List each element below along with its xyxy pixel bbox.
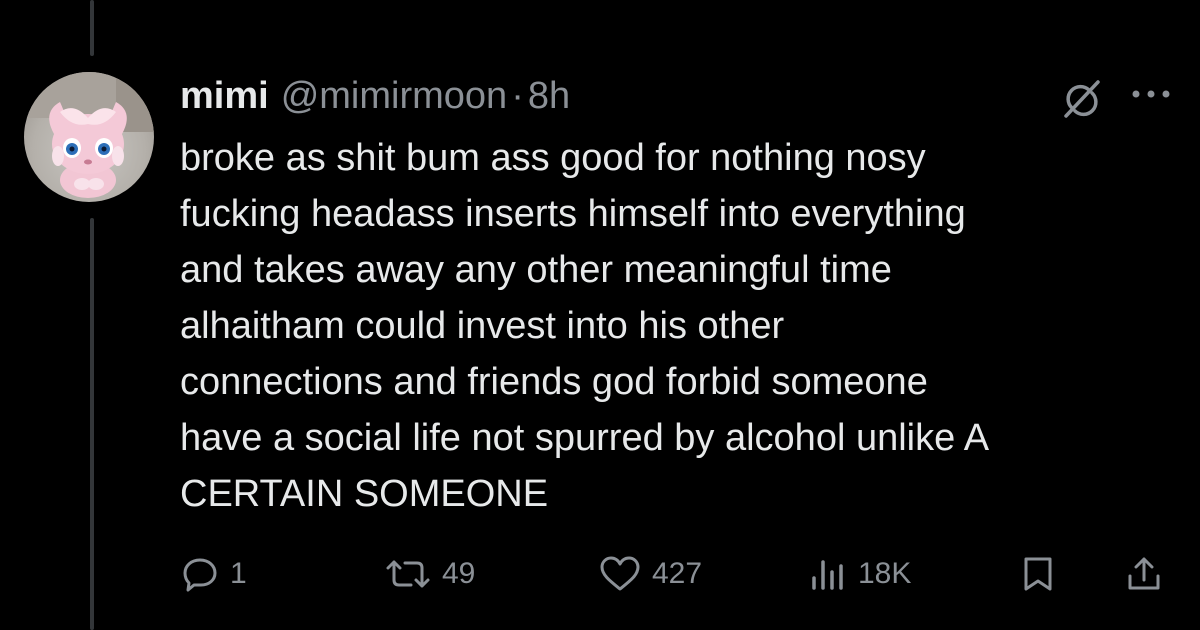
reply-button[interactable]: 1 <box>180 548 247 600</box>
header-separator: · <box>511 75 524 117</box>
like-button[interactable]: 427 <box>598 548 702 600</box>
more-icon[interactable] <box>1128 84 1174 104</box>
views-count: 18K <box>858 557 912 590</box>
like-count: 427 <box>652 557 703 590</box>
tweet-text: broke as shit bum ass good for nothing n… <box>180 130 1170 522</box>
user-handle[interactable]: @mimirmoon <box>281 72 507 120</box>
views-button[interactable]: 18K <box>808 548 911 600</box>
share-icon <box>1128 557 1160 590</box>
tweet-text-line: connections and friends god forbid someo… <box>180 361 928 403</box>
reply-icon <box>183 558 217 592</box>
tweet-text-line: have a social life not spurred by alcoho… <box>180 417 990 459</box>
espurr-avatar-icon <box>24 72 154 198</box>
action-bar: 1 49 427 18K <box>0 548 1200 600</box>
heart-icon <box>600 556 640 591</box>
timestamp[interactable]: 8h <box>528 72 570 120</box>
repost-button[interactable]: 49 <box>384 548 475 600</box>
tweet-text-line: and takes away any other meaningful time <box>180 249 892 291</box>
views-icon <box>812 560 843 590</box>
bookmark-button[interactable] <box>1020 548 1056 600</box>
tweet-text-line: broke as shit bum ass good for nothing n… <box>180 137 926 179</box>
repost-icon <box>386 560 430 588</box>
share-button[interactable] <box>1124 548 1164 600</box>
avatar[interactable] <box>24 72 154 202</box>
reply-count: 1 <box>230 557 247 590</box>
grok-icon[interactable] <box>1058 76 1104 122</box>
tweet-text-line: fucking headass inserts himself into eve… <box>180 193 966 235</box>
tweet-text-line: alhaitham could invest into his other <box>180 305 785 347</box>
tweet-text-line: CERTAIN SOMEONE <box>180 473 549 515</box>
bookmark-icon <box>1024 557 1052 591</box>
repost-count: 49 <box>442 557 476 590</box>
tweet-header: mimi @mimirmoon · 8h <box>180 72 570 120</box>
display-name[interactable]: mimi <box>180 72 269 120</box>
thread-connector-top <box>90 0 94 56</box>
